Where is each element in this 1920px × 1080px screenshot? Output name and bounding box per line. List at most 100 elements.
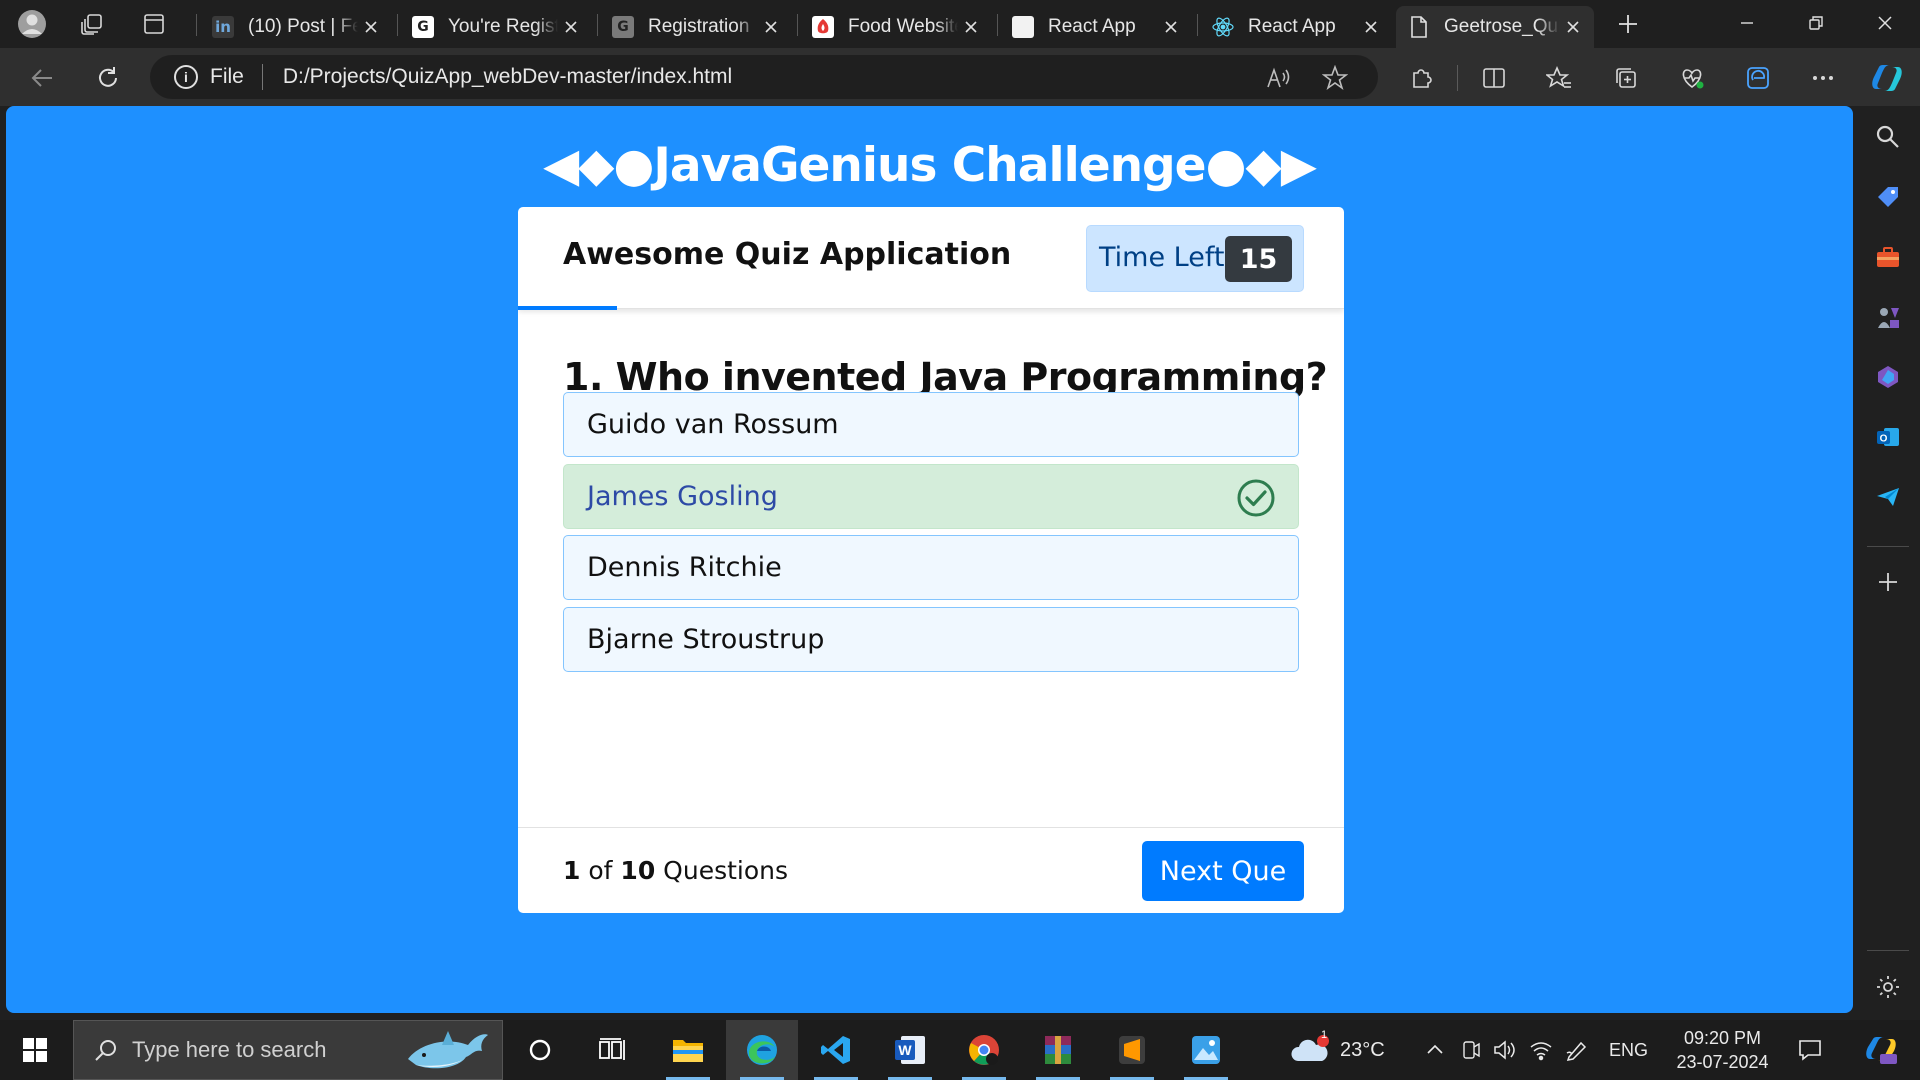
favorite-star-icon[interactable] [1322,65,1348,91]
wifi-icon[interactable] [1529,1039,1553,1061]
clock-time: 09:20 PM [1683,1028,1762,1048]
option-1[interactable]: Guido van Rossum [563,392,1299,457]
timer-label: Time Left [1099,242,1225,273]
food-icon [812,16,834,38]
close-icon[interactable] [1358,14,1384,40]
option-4[interactable]: Bjarne Stroustrup [563,607,1299,672]
tab-title: Registration [648,16,750,37]
meet-now-icon[interactable] [1459,1039,1481,1061]
option-text: Bjarne Stroustrup [587,624,825,655]
taskbar-search-box[interactable]: Type here to search [73,1020,503,1080]
tab-linkedin[interactable]: in (10) Post | Feed | LinkedIn [200,6,392,48]
workspaces-icon[interactable] [74,8,110,40]
settings-gear-icon[interactable] [1873,972,1903,1002]
react-blank-icon [1012,16,1034,38]
copilot-sidebar-icon[interactable] [1873,362,1903,392]
new-tab-icon[interactable] [1610,8,1646,40]
current-question-number: 1 [563,856,581,885]
add-icon[interactable] [1873,567,1903,597]
timer-progress-line [518,306,617,310]
sublime-text-icon[interactable] [1096,1020,1168,1080]
edge-bar-icon[interactable] [1741,61,1775,95]
tab-title: React App [1048,16,1136,37]
games-icon[interactable] [1873,302,1903,332]
browser-essentials-icon[interactable] [1675,61,1709,95]
tab-react-app-1[interactable]: React App [1000,6,1192,48]
address-bar[interactable]: i File D:/Projects/QuizApp_webDev-master… [150,55,1378,99]
tab-separator [597,14,598,36]
tab-title: React App [1248,16,1336,37]
tab-geetrose-quiz[interactable]: Geetrose_Quiz [1396,6,1594,48]
close-icon[interactable] [1560,14,1586,40]
favorites-icon[interactable] [1542,61,1576,95]
profile-avatar-icon[interactable] [14,8,50,40]
check-circle-icon [1237,479,1275,517]
tab-food-website[interactable]: Food Website [800,6,992,48]
copilot-icon[interactable] [1870,61,1904,95]
task-view-icon[interactable] [576,1020,648,1080]
tab-title: Food Website [848,16,958,37]
tab-registration[interactable]: G Registration [600,6,792,48]
search-placeholder: Type here to search [132,1037,327,1062]
close-icon[interactable] [958,14,984,40]
quiz-title: Awesome Quiz Application [563,237,1012,272]
winrar-icon[interactable] [1022,1020,1094,1080]
tab-react-app-2[interactable]: React App [1200,6,1392,48]
chevron-up-icon[interactable] [1425,1040,1445,1060]
option-text: James Gosling [587,481,778,512]
browser-tab-bar: in (10) Post | Feed | LinkedIn G You're … [0,0,1920,48]
outlook-icon[interactable]: O [1873,422,1903,452]
vscode-icon[interactable] [800,1020,872,1080]
search-highlight-dolphin-icon [408,1031,488,1069]
read-aloud-icon[interactable] [1265,65,1291,91]
word-icon[interactable]: W [874,1020,946,1080]
restore-icon[interactable] [1783,0,1849,46]
back-arrow-icon[interactable] [25,61,59,95]
tools-briefcase-icon[interactable] [1873,242,1903,272]
collections-icon[interactable] [1609,61,1643,95]
tab-separator [997,14,998,36]
windows-start-icon[interactable] [0,1020,70,1080]
edge-browser-icon[interactable] [726,1020,798,1080]
close-window-icon[interactable] [1852,0,1918,46]
windows-taskbar: Type here to search W 1 23°C ENG 09:20 P… [0,1020,1920,1080]
search-icon[interactable] [1873,122,1903,152]
site-info-icon[interactable]: i [174,65,198,89]
option-2-correct[interactable]: James Gosling [563,464,1299,529]
close-icon[interactable] [358,14,384,40]
option-3[interactable]: Dennis Ritchie [563,535,1299,600]
minimize-icon[interactable] [1714,0,1780,46]
tab-registered[interactable]: G You're Registered [400,6,592,48]
close-icon[interactable] [558,14,584,40]
copilot-taskbar-icon[interactable] [1848,1020,1914,1080]
volume-icon[interactable] [1493,1039,1517,1061]
photos-icon[interactable] [1170,1020,1242,1080]
tab-title: You're Registered [448,16,558,37]
send-telegram-icon[interactable] [1873,482,1903,512]
refresh-icon[interactable] [91,61,125,95]
more-options-icon[interactable] [1806,61,1840,95]
notifications-icon[interactable] [1777,1020,1843,1080]
close-icon[interactable] [1158,14,1184,40]
quiz-header: Awesome Quiz Application Time Left 15 [518,207,1344,310]
tab-actions-icon[interactable] [136,8,172,40]
weather-temp: 23°C [1340,1038,1385,1061]
language-indicator[interactable]: ENG [1609,1040,1648,1061]
close-icon[interactable] [758,14,784,40]
quiz-page: ◀◆●JavaGenius Challenge●◆▶ Awesome Quiz … [6,106,1853,1013]
cortana-icon[interactable] [504,1020,576,1080]
tab-separator [1197,14,1198,36]
taskbar-clock[interactable]: 09:20 PM 23-07-2024 [1665,1026,1780,1074]
next-question-button[interactable]: Next Que [1142,841,1304,901]
pen-icon[interactable] [1565,1039,1589,1061]
weather-widget[interactable]: 1 23°C [1290,1020,1385,1080]
split-screen-icon[interactable] [1477,61,1511,95]
chrome-icon[interactable] [948,1020,1020,1080]
url-text[interactable]: D:/Projects/QuizApp_webDev-master/index.… [283,65,732,89]
extensions-icon[interactable] [1404,61,1438,95]
svg-text:O: O [1880,434,1888,445]
sidebar-divider [1867,546,1909,547]
option-text: Guido van Rossum [587,409,839,440]
file-explorer-icon[interactable] [652,1020,724,1080]
shopping-tag-icon[interactable] [1873,182,1903,212]
